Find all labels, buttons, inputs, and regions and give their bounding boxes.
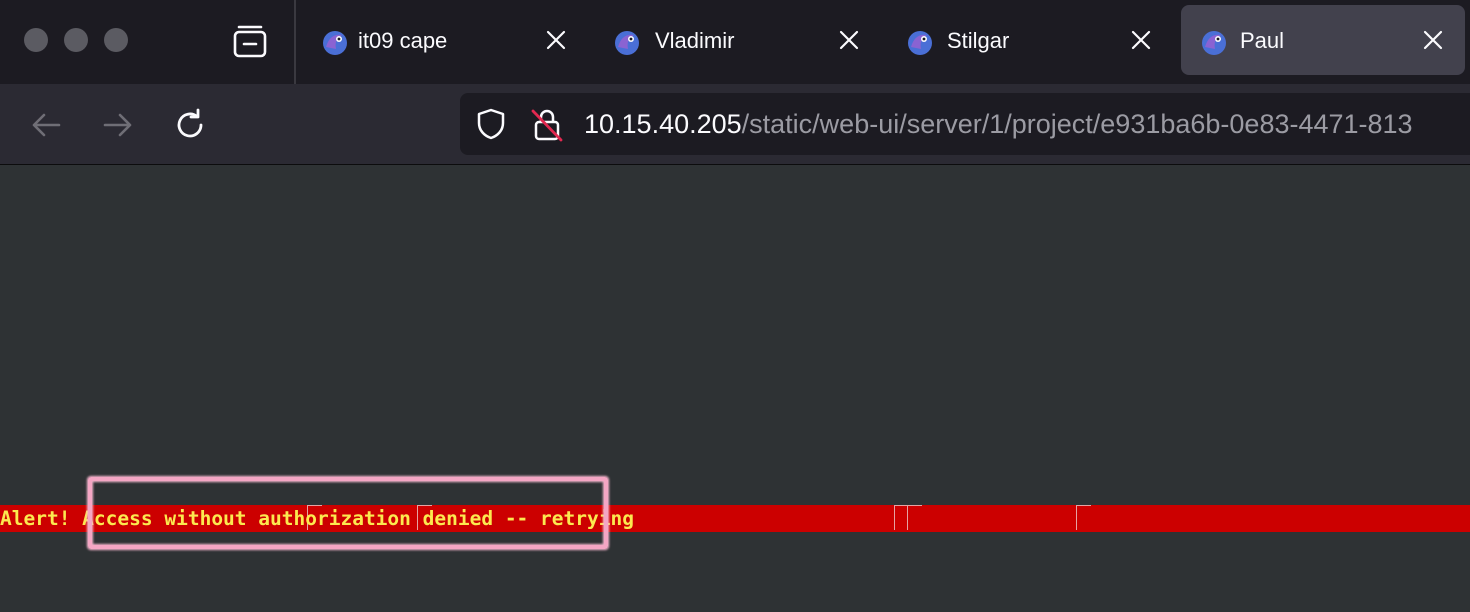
chameleon-favicon-icon <box>908 31 932 55</box>
tab-strip: it09 cape Vladimir Stilgar Paul <box>0 0 1470 84</box>
url-path: /static/web-ui/server/1/project/e931ba6b… <box>741 109 1413 139</box>
tab-title: Paul <box>1240 28 1285 53</box>
arrow-right-icon[interactable] <box>99 106 137 144</box>
page-content: Alert! Access without authorization deni… <box>0 165 1470 612</box>
tab-stilgar[interactable]: Stilgar <box>887 5 1173 75</box>
tab-title: Stilgar <box>947 28 1010 53</box>
url-text[interactable]: 10.15.40.205/static/web-ui/server/1/proj… <box>584 107 1413 141</box>
cell-marker <box>907 505 922 530</box>
url-bar[interactable]: 10.15.40.205/static/web-ui/server/1/proj… <box>460 93 1470 155</box>
insecure-lock-icon[interactable] <box>530 106 564 142</box>
close-icon[interactable] <box>1128 27 1154 53</box>
cell-marker <box>1076 505 1091 530</box>
window-close-button[interactable] <box>24 28 48 52</box>
tab-it09-cape[interactable]: it09 cape <box>302 5 588 75</box>
arrow-left-icon[interactable] <box>27 106 65 144</box>
close-icon[interactable] <box>543 27 569 53</box>
tab-title: it09 cape <box>358 28 448 53</box>
tab-title: Vladimir <box>655 28 735 53</box>
highlight-annotation <box>88 477 608 549</box>
tab-divider <box>294 0 296 84</box>
chameleon-favicon-icon <box>615 31 639 55</box>
shield-icon[interactable] <box>474 107 508 141</box>
navigation-toolbar: 10.15.40.205/static/web-ui/server/1/proj… <box>0 84 1470 165</box>
reload-icon[interactable] <box>171 106 209 144</box>
close-icon[interactable] <box>836 27 862 53</box>
tab-manager-icon[interactable] <box>230 22 270 62</box>
tab-paul[interactable]: Paul <box>1181 5 1465 75</box>
chameleon-favicon-icon <box>1202 31 1226 55</box>
close-icon[interactable] <box>1420 27 1446 53</box>
url-host: 10.15.40.205 <box>584 109 742 139</box>
chameleon-favicon-icon <box>323 31 347 55</box>
tab-vladimir[interactable]: Vladimir <box>594 5 880 75</box>
window-minimize-button[interactable] <box>64 28 88 52</box>
window-maximize-button[interactable] <box>104 28 128 52</box>
